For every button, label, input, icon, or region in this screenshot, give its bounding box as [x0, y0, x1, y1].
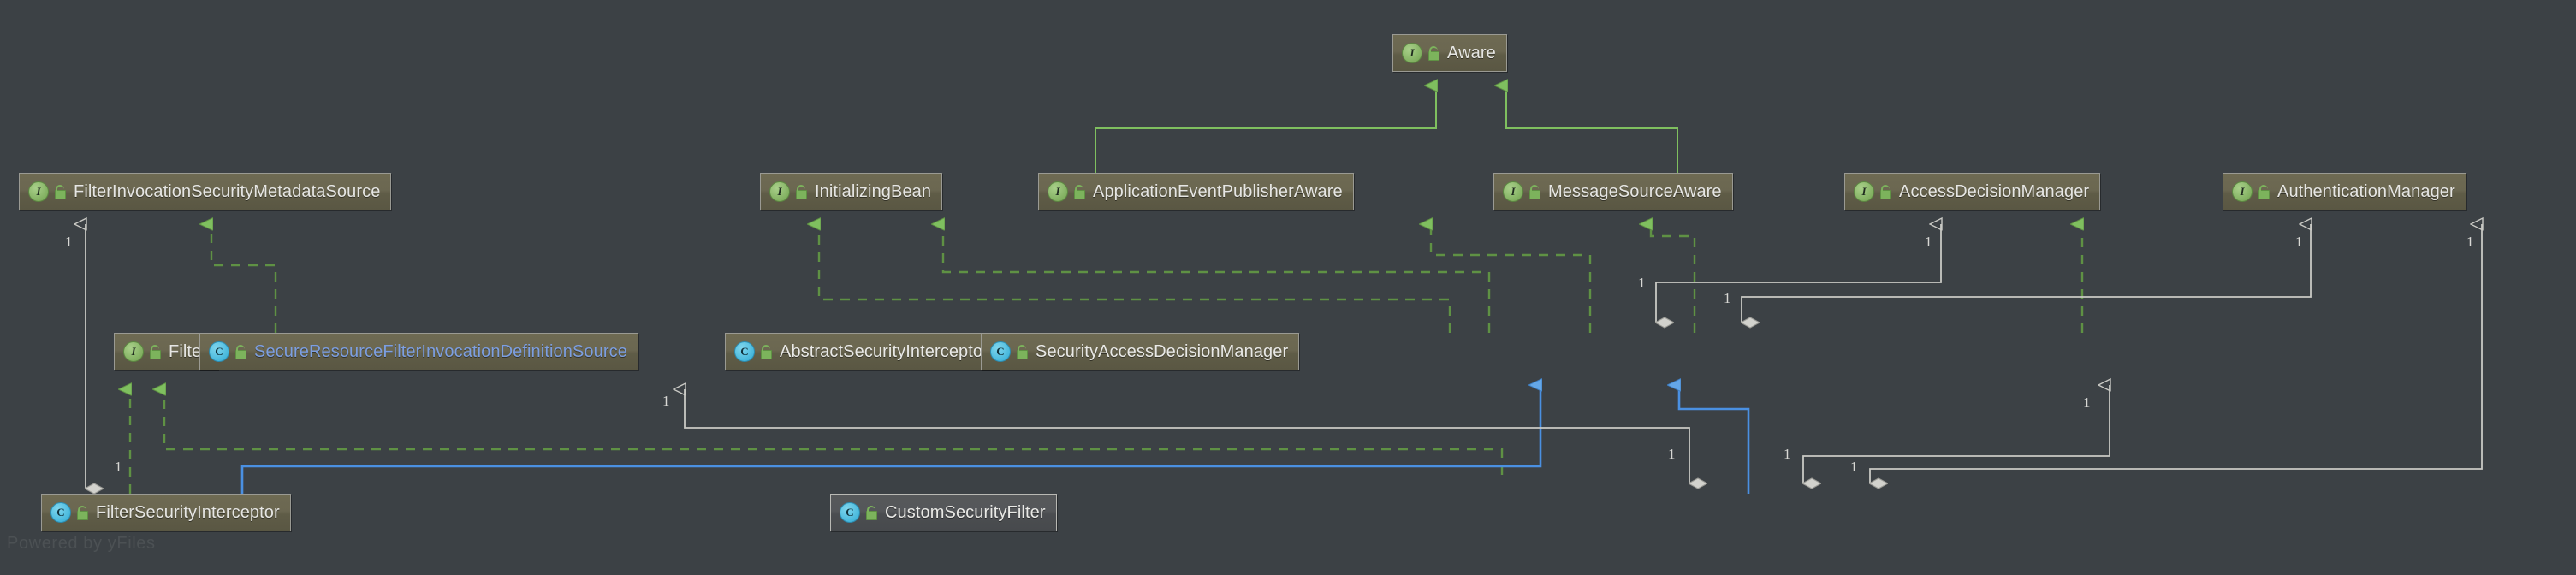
edge-custom-security-filter-to-abstract-security-interceptor: [1679, 385, 1750, 494]
interface-badge-icon: I: [1402, 43, 1422, 63]
interface-badge-icon: I: [769, 181, 790, 202]
edge-custom-security-filter-to-secure-resource-filter-invocation-definition-source: [685, 389, 1689, 483]
edge-abstract-security-interceptor-to-message-source-aware: [1651, 224, 1696, 333]
unlock-icon: [233, 344, 246, 359]
edge-message-source-aware-to-aware: [1506, 86, 1678, 173]
edge-custom-security-filter-to-filter: [164, 389, 1504, 475]
node-label: AbstractSecurityInterceptor: [780, 341, 988, 361]
node-initializing-bean[interactable]: I InitializingBean: [760, 173, 943, 210]
multiplicity-label: 1: [1784, 446, 1791, 462]
interface-badge-icon: I: [2232, 181, 2253, 202]
node-custom-security-filter[interactable]: C CustomSecurityFilter: [830, 494, 1057, 531]
unlock-icon: [1014, 344, 1028, 359]
node-label: ApplicationEventPublisherAware: [1093, 181, 1343, 201]
node-label: FilterInvocationSecurityMetadataSource: [74, 181, 381, 201]
unlock-icon: [1878, 184, 1891, 199]
edge-secure-resource-to-filter-invocation-metadata-source: [211, 224, 277, 333]
edge-layer: [0, 0, 2576, 507]
node-filter-invocation-security-metadata-source[interactable]: I FilterInvocationSecurityMetadataSource: [19, 173, 392, 210]
unlock-icon: [1426, 45, 1439, 61]
multiplicity-label: 1: [2083, 394, 2091, 411]
class-badge-icon: C: [840, 502, 860, 523]
yfiles-watermark: Powered by yFiles: [7, 534, 156, 553]
unlock-icon: [1527, 184, 1540, 199]
multiplicity-label: 1: [1724, 290, 1731, 306]
node-label: SecureResourceFilterInvocationDefinition…: [254, 341, 627, 361]
node-aware[interactable]: I Aware: [1392, 34, 1507, 72]
multiplicity-label: 1: [115, 459, 122, 475]
edge-custom-security-filter-to-authentication-manager: [1870, 224, 2482, 483]
interface-badge-icon: I: [28, 181, 49, 202]
multiplicity-label: 1: [1638, 275, 1646, 291]
node-secure-resource-filter-invocation-definition-source[interactable]: C SecureResourceFilterInvocationDefiniti…: [199, 333, 638, 370]
uml-class-diagram: 1 1 1 1 1 1 1 1 1 1 1 1 I Aware I Filter…: [0, 0, 2576, 575]
multiplicity-label: 1: [2295, 234, 2303, 250]
edge-abstract-security-interceptor-to-authentication-manager: [1742, 224, 2311, 323]
node-message-source-aware[interactable]: I MessageSourceAware: [1493, 173, 1733, 210]
node-label: AuthenticationManager: [2277, 181, 2455, 201]
edge-application-event-publisher-aware-to-aware: [1095, 86, 1436, 173]
unlock-icon: [52, 184, 66, 199]
node-label: CustomSecurityFilter: [885, 502, 1046, 522]
node-security-access-decision-manager[interactable]: C SecurityAccessDecisionManager: [981, 333, 1300, 370]
unlock-icon: [793, 184, 807, 199]
multiplicity-label: 1: [662, 393, 670, 409]
node-access-decision-manager[interactable]: I AccessDecisionManager: [1844, 173, 2101, 210]
unlock-icon: [758, 344, 772, 359]
edge-filter-security-interceptor-to-abstract-security-interceptor: [218, 385, 1540, 507]
node-label: Aware: [1447, 43, 1496, 62]
interface-badge-icon: I: [1854, 181, 1874, 202]
node-abstract-security-interceptor[interactable]: C AbstractSecurityInterceptor: [725, 333, 1000, 370]
node-label: FilterSecurityInterceptor: [96, 502, 280, 522]
interface-badge-icon: I: [1048, 181, 1068, 202]
multiplicity-label: 1: [1925, 234, 1932, 250]
edge-abstract-security-interceptor-to-initializing-bean-a: [819, 224, 1451, 333]
unlock-icon: [74, 505, 88, 520]
edge-abstract-security-interceptor-to-initializing-bean-b: [943, 224, 1491, 333]
node-application-event-publisher-aware[interactable]: I ApplicationEventPublisherAware: [1038, 173, 1354, 210]
multiplicity-label: 1: [1850, 459, 1858, 475]
unlock-icon: [2256, 184, 2270, 199]
unlock-icon: [147, 344, 161, 359]
node-label: AccessDecisionManager: [1899, 181, 2090, 201]
node-label: InitializingBean: [815, 181, 932, 201]
node-label: MessageSourceAware: [1548, 181, 1722, 201]
edge-abstract-security-interceptor-to-application-event-publisher-aware: [1431, 224, 1592, 333]
edge-custom-security-filter-to-security-access-decision-manager: [1803, 385, 2110, 483]
class-badge-icon: C: [990, 341, 1011, 362]
class-badge-icon: C: [734, 341, 755, 362]
interface-badge-icon: I: [1503, 181, 1523, 202]
multiplicity-label: 1: [1668, 446, 1676, 462]
class-badge-icon: C: [50, 502, 71, 523]
interface-badge-icon: I: [123, 341, 144, 362]
unlock-icon: [1071, 184, 1085, 199]
multiplicity-label: 1: [2466, 234, 2474, 250]
node-authentication-manager[interactable]: I AuthenticationManager: [2223, 173, 2466, 210]
node-filter-security-interceptor[interactable]: C FilterSecurityInterceptor: [41, 494, 291, 531]
unlock-icon: [864, 505, 877, 520]
edge-abstract-security-interceptor-to-access-decision-manager: [1656, 224, 1941, 323]
multiplicity-label: 1: [65, 234, 73, 250]
class-badge-icon: C: [209, 341, 229, 362]
node-label: SecurityAccessDecisionManager: [1036, 341, 1289, 361]
